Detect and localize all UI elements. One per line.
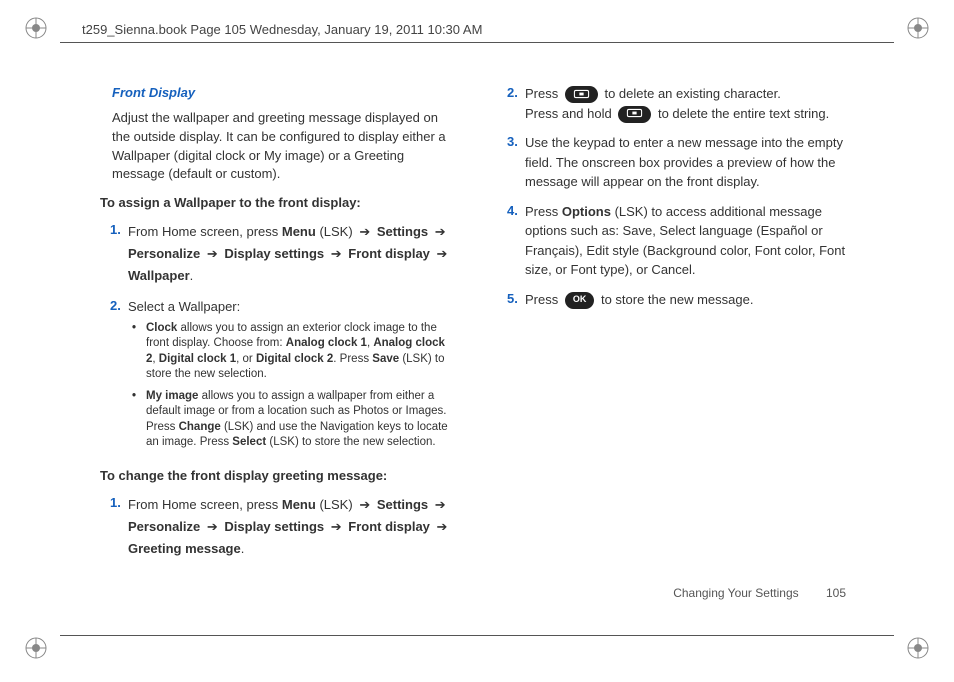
bullet-clock: • Clock allows you to assign an exterior… [128, 321, 457, 383]
bullet-myimage: • My image allows you to assign a wallpa… [128, 389, 457, 451]
right-step4: 4. Press Options (LSK) to access additio… [497, 202, 854, 280]
ornament-bottom-left [24, 636, 48, 660]
right-column: 2. Press to delete an existing character… [497, 84, 854, 582]
footer-section: Changing Your Settings [673, 586, 798, 600]
clear-key-icon [618, 106, 651, 123]
ornament-bottom-right [906, 636, 930, 660]
ok-key-icon: OK [565, 292, 595, 309]
step-number: 1. [100, 221, 128, 287]
step-body: Press to delete an existing character. P… [525, 84, 854, 123]
left-column: Front Display Adjust the wallpaper and g… [100, 84, 457, 582]
ornament-top-left [24, 16, 48, 40]
step-body: From Home screen, press Menu (LSK) ➔ Set… [128, 221, 457, 287]
clear-key-icon [565, 86, 598, 103]
step-body: Press Options (LSK) to access additional… [525, 202, 854, 280]
task2-heading: To change the front display greeting mes… [100, 467, 457, 486]
footer-page-number: 105 [826, 586, 846, 600]
right-step5: 5. Press OK to store the new message. [497, 290, 854, 310]
step-number: 3. [497, 133, 525, 192]
task1-heading: To assign a Wallpaper to the front displ… [100, 194, 457, 213]
step-body: From Home screen, press Menu (LSK) ➔ Set… [128, 494, 457, 560]
right-step2: 2. Press to delete an existing character… [497, 84, 854, 123]
ornament-top-right [906, 16, 930, 40]
section-subhead: Front Display [100, 84, 457, 103]
task1-step1: 1. From Home screen, press Menu (LSK) ➔ … [100, 221, 457, 287]
step-number: 5. [497, 290, 525, 310]
step-body: Press OK to store the new message. [525, 290, 854, 310]
task2-step1: 1. From Home screen, press Menu (LSK) ➔ … [100, 494, 457, 560]
step-body: Use the keypad to enter a new message in… [525, 133, 854, 192]
header-rule [60, 42, 894, 43]
page-header-text: t259_Sienna.book Page 105 Wednesday, Jan… [76, 22, 488, 37]
step-number: 2. [497, 84, 525, 123]
page-footer: Changing Your Settings 105 [673, 586, 846, 600]
step-number: 4. [497, 202, 525, 280]
task1-step2: 2. Select a Wallpaper: • Clock allows yo… [100, 297, 457, 457]
right-step3: 3. Use the keypad to enter a new message… [497, 133, 854, 192]
step-body: Select a Wallpaper: • Clock allows you t… [128, 297, 457, 457]
page-content: Front Display Adjust the wallpaper and g… [100, 84, 854, 582]
step-number: 2. [100, 297, 128, 457]
intro-paragraph: Adjust the wallpaper and greeting messag… [112, 109, 457, 184]
footer-rule [60, 635, 894, 636]
step-number: 1. [100, 494, 128, 560]
